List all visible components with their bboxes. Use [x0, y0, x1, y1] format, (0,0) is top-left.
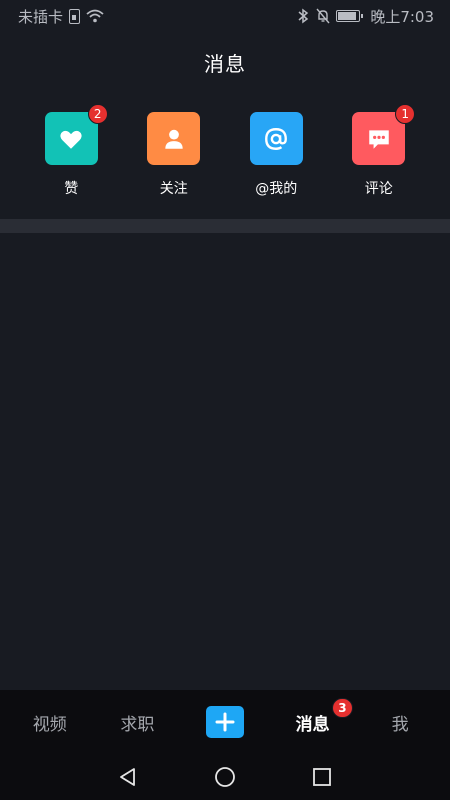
tab-messages[interactable]: 消息 3: [273, 697, 353, 735]
comments-badge: 1: [395, 104, 416, 124]
carrier-label: 未插卡: [18, 7, 64, 26]
status-left: 未插卡: [18, 6, 104, 27]
likes-tile[interactable]: 2: [44, 104, 108, 165]
wifi-icon: [86, 9, 104, 23]
shortcut-label-likes: 赞: [64, 181, 79, 197]
back-triangle-icon: [120, 768, 136, 786]
page-title: 消息: [204, 52, 246, 76]
person-icon: [165, 129, 183, 149]
tab-messages-label: 消息: [295, 714, 330, 735]
bluetooth-icon: [298, 8, 309, 24]
message-shortcuts: 2 赞 关注 @我的 1 评论: [0, 104, 450, 202]
shortcut-likes[interactable]: 2 赞: [21, 104, 121, 202]
back-button[interactable]: [115, 764, 141, 790]
status-right: 晚上7:03: [296, 6, 434, 27]
bell-off-icon: [316, 8, 330, 24]
clock-label: 晚上7:03: [370, 7, 434, 26]
tab-jobs[interactable]: 求职: [97, 710, 177, 735]
likes-badge: 2: [87, 104, 108, 124]
recents-square-icon: [312, 768, 331, 786]
shortcut-label-follow: 关注: [159, 181, 188, 197]
shortcut-comments[interactable]: 1 评论: [329, 104, 429, 202]
follow-tile[interactable]: [147, 112, 201, 165]
bottom-tab-bar: 视频 求职 消息 3 我: [0, 690, 450, 754]
recents-button[interactable]: [309, 764, 335, 790]
message-list: [0, 233, 450, 690]
mentions-tile[interactable]: [249, 112, 303, 165]
tab-me[interactable]: 我: [360, 710, 440, 735]
tab-videos[interactable]: 视频: [10, 710, 90, 735]
heart-icon: [60, 130, 82, 149]
system-nav-bar: [0, 754, 450, 800]
at-icon: [265, 127, 288, 150]
comment-icon: [369, 129, 389, 149]
messages-tab-badge: 3: [332, 697, 353, 718]
shortcut-mentions[interactable]: @我的: [226, 112, 326, 202]
status-bar: 未插卡 晚上7:03: [0, 0, 450, 32]
section-divider: [0, 219, 450, 233]
home-button[interactable]: [212, 764, 238, 790]
shortcut-label-mentions: @我的: [255, 181, 298, 197]
shortcut-label-comments: 评论: [364, 181, 393, 197]
comments-tile[interactable]: 1: [352, 104, 416, 165]
sim-card-icon: [69, 8, 81, 24]
shortcut-follow[interactable]: 关注: [124, 112, 224, 202]
battery-icon: [336, 10, 364, 22]
plus-icon: [215, 712, 235, 732]
home-circle-icon: [215, 767, 235, 787]
create-button[interactable]: [205, 706, 244, 738]
